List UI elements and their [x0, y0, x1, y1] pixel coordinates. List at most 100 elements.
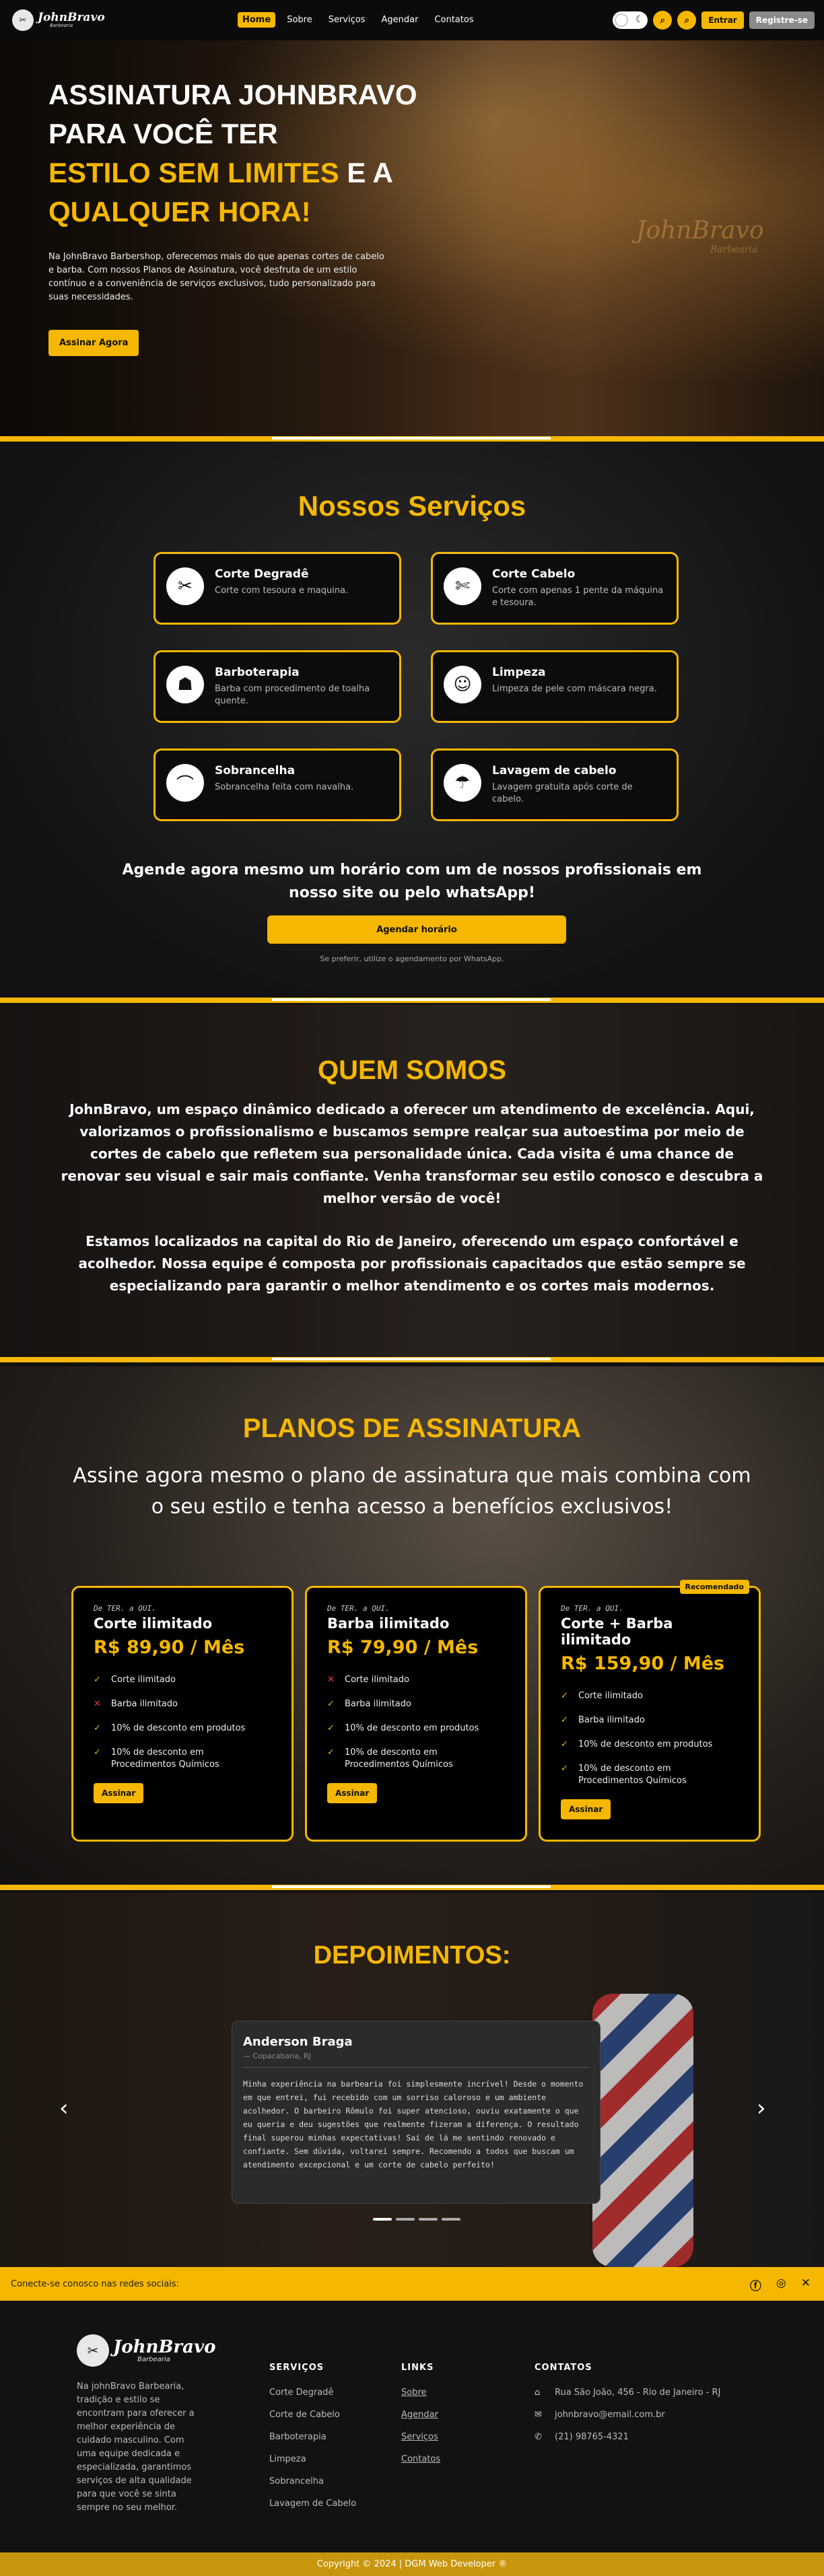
phone-text: (21) 98765-4321 [555, 2432, 629, 2442]
footer-service-link[interactable]: Corte Degradê [269, 2388, 356, 2398]
footer-link-sobre[interactable]: Sobre [401, 2388, 440, 2398]
services-section: Nossos Serviços ✂ Corte Degradê Corte co… [0, 442, 824, 998]
footer-contacts-heading: CONTATOS [535, 2363, 592, 2373]
feature-text: Barba ilimitado [111, 1699, 178, 1709]
footer-link-servicos[interactable]: Serviços [401, 2432, 440, 2442]
service-card[interactable]: ✂ Corte Degradê Corte com tesoura e maqu… [153, 552, 401, 625]
service-desc: Sobrancelha feita com navalha. [215, 782, 354, 792]
hero-title-mid: E A [339, 157, 393, 188]
feature-text: Barba ilimitado [345, 1699, 411, 1709]
plan-feature: ✓ 10% de desconto em Procedimentos Químic… [327, 1747, 505, 1771]
footer-address: ⌂ Rua São João, 456 - Rio de Janeiro - RJ [535, 2388, 720, 2398]
check-icon: ✓ [561, 1764, 568, 1774]
plan-features: ✓ Corte ilimitado ✕ Barba ilimitado ✓ 10% de … [94, 1674, 271, 1771]
footer-links-col: LINKS Sobre Agendar Serviços Contatos [401, 2363, 440, 2476]
carousel-dot[interactable] [396, 2218, 415, 2221]
nav-home[interactable]: Home [238, 12, 276, 28]
nav-agendar[interactable]: Agendar [376, 12, 423, 28]
footer-service-link[interactable]: Sobrancelha [269, 2476, 356, 2486]
nav-servicos[interactable]: Serviços [324, 12, 370, 28]
check-icon: ✓ [561, 1715, 568, 1725]
site-footer: ✂ JohnBravo Barbearia Na johnBravo Barbe… [0, 2301, 824, 2552]
check-icon: ✓ [94, 1675, 101, 1685]
service-card[interactable]: ⌒ Sobrancelha Sobrancelha feita com nava… [153, 749, 401, 821]
facebook-icon[interactable]: ⓕ [750, 2276, 761, 2293]
subscribe-button[interactable]: Assinar [327, 1783, 378, 1803]
hero-title-highlight1: ESTILO SEM LIMITES [48, 157, 339, 188]
toggle-knob [615, 13, 629, 27]
service-card[interactable]: ✄ Corte Cabelo Corte com apenas 1 pente … [431, 552, 679, 625]
cross-icon: ✕ [94, 1699, 101, 1709]
footer-service-link[interactable]: Corte de Cabelo [269, 2410, 356, 2420]
carousel-indicators [373, 2218, 460, 2221]
check-icon: ✓ [561, 1691, 568, 1701]
service-name: Corte Degradê [215, 567, 309, 581]
carousel-dot[interactable] [442, 2218, 460, 2221]
x-icon[interactable]: ✕ [801, 2276, 811, 2293]
testimonial-location: — Copacabana, RJ [243, 2052, 589, 2068]
check-icon: ✓ [327, 1723, 335, 1733]
footer-link-contatos[interactable]: Contatos [401, 2454, 440, 2464]
hero-title: ASSINATURA JOHNBRAVO PARA VOCÊ TER ESTIL… [48, 75, 439, 232]
footer-logo[interactable]: ✂ JohnBravo Barbearia [77, 2334, 215, 2367]
feature-text: Barba ilimitado [578, 1715, 645, 1725]
footer-link-agendar[interactable]: Agendar [401, 2410, 440, 2420]
feature-text: 10% de desconto em produtos [578, 1739, 713, 1749]
plan-name: Barba ilimitado [327, 1615, 450, 1632]
carousel-dot[interactable] [373, 2218, 392, 2221]
register-button[interactable]: Registre-se [749, 11, 815, 29]
plan-feature: ✓ 10% de desconto em Procedimentos Químic… [561, 1763, 739, 1787]
section-divider [0, 998, 824, 1003]
plans-section: PLANOS DE ASSINATURA Assine agora mesmo … [0, 1366, 824, 1885]
subscribe-button[interactable]: Assinar [561, 1799, 611, 1819]
plan-name: Corte + Barba ilimitado [561, 1615, 673, 1648]
footer-service-link[interactable]: Barboterapia [269, 2432, 356, 2442]
service-card[interactable]: ☂ Lavagem de cabelo Lavagem gratuita apó… [431, 749, 679, 821]
subscribe-button[interactable]: Assinar [94, 1783, 144, 1803]
testimonial-text: Minha experiência na barbearia foi simpl… [243, 2079, 584, 2169]
face-mask-icon: ☺ [444, 666, 481, 703]
footer-email[interactable]: ✉ johnbravo@email.com.br [535, 2410, 720, 2420]
hero-title-line2: PARA VOCÊ TER [48, 118, 278, 149]
prev-arrow-icon[interactable]: ‹ [59, 2095, 69, 2122]
site-logo[interactable]: ✂ JohnBravo Barbearia [12, 9, 105, 31]
carousel-dot[interactable] [419, 2218, 438, 2221]
hero-section: ASSINATURA JOHNBRAVO PARA VOCÊ TER ESTIL… [0, 40, 824, 436]
search-icon-alt[interactable]: ⌕ [677, 11, 697, 30]
hero-text: Na JohnBravo Barbershop, oferecemos mais… [48, 252, 384, 302]
instagram-icon[interactable]: ◎ [776, 2276, 786, 2293]
section-divider [0, 436, 824, 442]
login-button[interactable]: Entrar [701, 11, 744, 29]
subscribe-now-button[interactable]: Assinar Agora [48, 330, 139, 356]
nav-sobre[interactable]: Sobre [282, 12, 317, 28]
address-text: Rua São João, 456 - Rio de Janeiro - RJ [555, 2388, 721, 2398]
service-card[interactable]: ☺ Limpeza Limpeza de pele com máscara ne… [431, 650, 679, 723]
service-card[interactable]: ☗ Barboterapia Barba com procedimento de… [153, 650, 401, 723]
theme-toggle[interactable]: ☾ [613, 11, 648, 29]
hair-wash-icon: ☂ [444, 764, 481, 802]
service-name: Limpeza [492, 666, 546, 679]
plan-price: R$ 159,90 / Mês [561, 1653, 725, 1674]
plans-subtitle: Assine agora mesmo o plano de assinatura… [73, 1464, 751, 1519]
about-section: QUEM SOMOS JohnBravo, um espaço dinâmico… [0, 1004, 824, 1357]
plan-card: De TER. a QUI. Corte ilimitado R$ 89,90 / … [71, 1586, 294, 1842]
social-icons: ⓕ ◎ ✕ [750, 2276, 811, 2293]
testimonials-title: DEPOIMENTOS: [313, 1941, 511, 1970]
footer-service-link[interactable]: Lavagem de Cabelo [269, 2499, 356, 2509]
plan-name: Corte ilimitado [94, 1615, 213, 1632]
feature-text: Corte ilimitado [345, 1675, 409, 1685]
hero-title-line1: ASSINATURA JOHNBRAVO [48, 79, 417, 110]
next-arrow-icon[interactable]: › [757, 2095, 766, 2122]
footer-service-link[interactable]: Limpeza [269, 2454, 356, 2464]
schedule-button[interactable]: Agendar horário [267, 915, 566, 944]
barber-pole-image [592, 1994, 693, 2267]
search-icon[interactable]: ⌕ [653, 11, 673, 30]
plan-price: R$ 89,90 / Mês [94, 1637, 245, 1658]
plan-feature: ✓ Barba ilimitado [561, 1714, 739, 1727]
footer-phone[interactable]: ✆ (21) 98765-4321 [535, 2432, 720, 2442]
footer-logo-text: JohnBravo [113, 2336, 216, 2357]
nav-contatos[interactable]: Contatos [430, 12, 478, 28]
home-icon: ⌂ [535, 2388, 541, 2398]
feature-text: 10% de desconto em Procedimentos Químico… [578, 1764, 687, 1786]
header-actions: ☾ ⌕ ⌕ Entrar Registre-se [613, 11, 815, 30]
